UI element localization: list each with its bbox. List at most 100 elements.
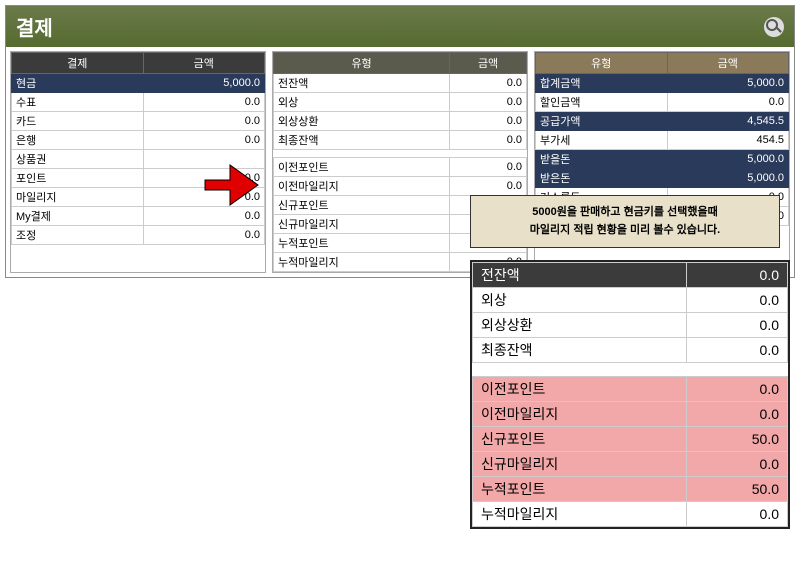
row-label: 신규포인트 (274, 196, 450, 215)
row-label: 신규포인트 (473, 427, 687, 452)
col-amount: 금액 (143, 53, 264, 74)
table-row[interactable]: 최종잔액0.0 (473, 338, 788, 363)
row-label: My결제 (12, 207, 144, 226)
table-row[interactable]: 외상상환0.0 (473, 313, 788, 338)
row-label: 부가세 (536, 131, 668, 150)
row-label: 받은돈 (536, 169, 668, 188)
row-label: 이전포인트 (274, 158, 450, 177)
row-label: 외상 (274, 93, 450, 112)
row-label: 누적포인트 (473, 477, 687, 502)
table-row[interactable]: 받을돈5,000.0 (536, 150, 789, 169)
table-row[interactable]: 부가세454.5 (536, 131, 789, 150)
row-label: 받을돈 (536, 150, 668, 169)
table-row[interactable]: 이전포인트0.0 (274, 158, 527, 177)
table-row[interactable]: 전잔액0.0 (473, 263, 788, 288)
row-value: 50.0 (687, 477, 788, 502)
row-label: 전잔액 (274, 74, 450, 93)
note-line1: 5000원을 판매하고 현금키를 선택했을때 (481, 204, 769, 222)
window-title: 결제 (16, 12, 53, 41)
table-row[interactable]: 누적마일리지0.0 (473, 502, 788, 527)
row-label: 최종잔액 (473, 338, 687, 363)
row-value: 0.0 (450, 158, 527, 177)
table-row[interactable]: 받은돈5,000.0 (536, 169, 789, 188)
row-label: 은행 (12, 131, 144, 150)
row-value: 0.0 (450, 177, 527, 196)
table-row[interactable]: 이전마일리지0.0 (473, 402, 788, 427)
table-row[interactable]: 신규마일리지0.0 (473, 452, 788, 477)
zoom-panel: 전잔액0.0외상0.0외상상환0.0최종잔액0.0 이전포인트0.0이전마일리지… (470, 260, 790, 529)
col-type3: 유형 (536, 53, 668, 74)
table-row[interactable]: 전잔액0.0 (274, 74, 527, 93)
table-row[interactable]: 공급가액4,545.5 (536, 112, 789, 131)
row-label: 외상상환 (473, 313, 687, 338)
row-value: 0.0 (143, 131, 264, 150)
row-label: 외상상환 (274, 112, 450, 131)
col-amount3: 금액 (667, 53, 788, 74)
row-value: 454.5 (667, 131, 788, 150)
row-label: 이전포인트 (473, 377, 687, 402)
table-row[interactable]: 조정0.0 (12, 226, 265, 245)
row-value: 4,545.5 (667, 112, 788, 131)
col-payment: 결제 (12, 53, 144, 74)
table-row[interactable]: 현금5,000.0 (12, 74, 265, 93)
row-label: 공급가액 (536, 112, 668, 131)
row-value: 0.0 (687, 263, 788, 288)
row-label: 상품권 (12, 150, 144, 169)
row-value: 0.0 (450, 74, 527, 93)
table-row[interactable]: 은행0.0 (12, 131, 265, 150)
table-row[interactable]: 합계금액5,000.0 (536, 74, 789, 93)
titlebar: 결제 (6, 6, 794, 47)
row-value: 0.0 (143, 93, 264, 112)
row-value: 5,000.0 (143, 74, 264, 93)
row-label: 누적포인트 (274, 234, 450, 253)
row-value: 5,000.0 (667, 150, 788, 169)
row-label: 할인금액 (536, 93, 668, 112)
row-value: 0.0 (687, 288, 788, 313)
row-label: 포인트 (12, 169, 144, 188)
table-row[interactable]: 최종잔액0.0 (274, 131, 527, 150)
row-label: 외상 (473, 288, 687, 313)
row-label: 현금 (12, 74, 144, 93)
row-value: 0.0 (143, 226, 264, 245)
table-row[interactable]: 누적포인트50.0 (473, 477, 788, 502)
table-row[interactable]: 카드0.0 (12, 112, 265, 131)
row-label: 신규마일리지 (473, 452, 687, 477)
row-label: 전잔액 (473, 263, 687, 288)
row-label: 누적마일리지 (473, 502, 687, 527)
row-value: 0.0 (687, 502, 788, 527)
table-row[interactable]: 수표0.0 (12, 93, 265, 112)
note-line2: 마일리지 적립 현황을 미리 볼수 있습니다. (481, 222, 769, 240)
row-value: 0.0 (450, 131, 527, 150)
table-row[interactable]: 이전마일리지0.0 (274, 177, 527, 196)
table-row[interactable]: 신규포인트50.0 (473, 427, 788, 452)
row-value: 5,000.0 (667, 169, 788, 188)
info-note: 5000원을 판매하고 현금키를 선택했을때 마일리지 적립 현황을 미리 볼수… (470, 195, 780, 248)
row-value: 0.0 (687, 377, 788, 402)
row-value: 50.0 (687, 427, 788, 452)
table-row[interactable]: 외상0.0 (274, 93, 527, 112)
col-type: 유형 (274, 53, 450, 74)
row-value: 0.0 (687, 338, 788, 363)
row-label: 이전마일리지 (274, 177, 450, 196)
search-icon[interactable] (764, 17, 784, 37)
col-amount2: 금액 (450, 53, 527, 74)
row-value: 0.0 (687, 402, 788, 427)
table-row[interactable]: 외상상환0.0 (274, 112, 527, 131)
row-label: 합계금액 (536, 74, 668, 93)
row-value: 0.0 (450, 112, 527, 131)
row-value: 0.0 (687, 452, 788, 477)
row-value: 0.0 (667, 93, 788, 112)
row-value: 0.0 (143, 112, 264, 131)
row-label: 누적마일리지 (274, 253, 450, 272)
row-label: 이전마일리지 (473, 402, 687, 427)
table-row[interactable]: 이전포인트0.0 (473, 377, 788, 402)
row-label: 최종잔액 (274, 131, 450, 150)
row-label: 신규마일리지 (274, 215, 450, 234)
row-label: 마일리지 (12, 188, 144, 207)
red-arrow-icon (200, 155, 260, 218)
row-value: 0.0 (687, 313, 788, 338)
row-label: 수표 (12, 93, 144, 112)
row-value: 0.0 (450, 93, 527, 112)
table-row[interactable]: 외상0.0 (473, 288, 788, 313)
table-row[interactable]: 할인금액0.0 (536, 93, 789, 112)
